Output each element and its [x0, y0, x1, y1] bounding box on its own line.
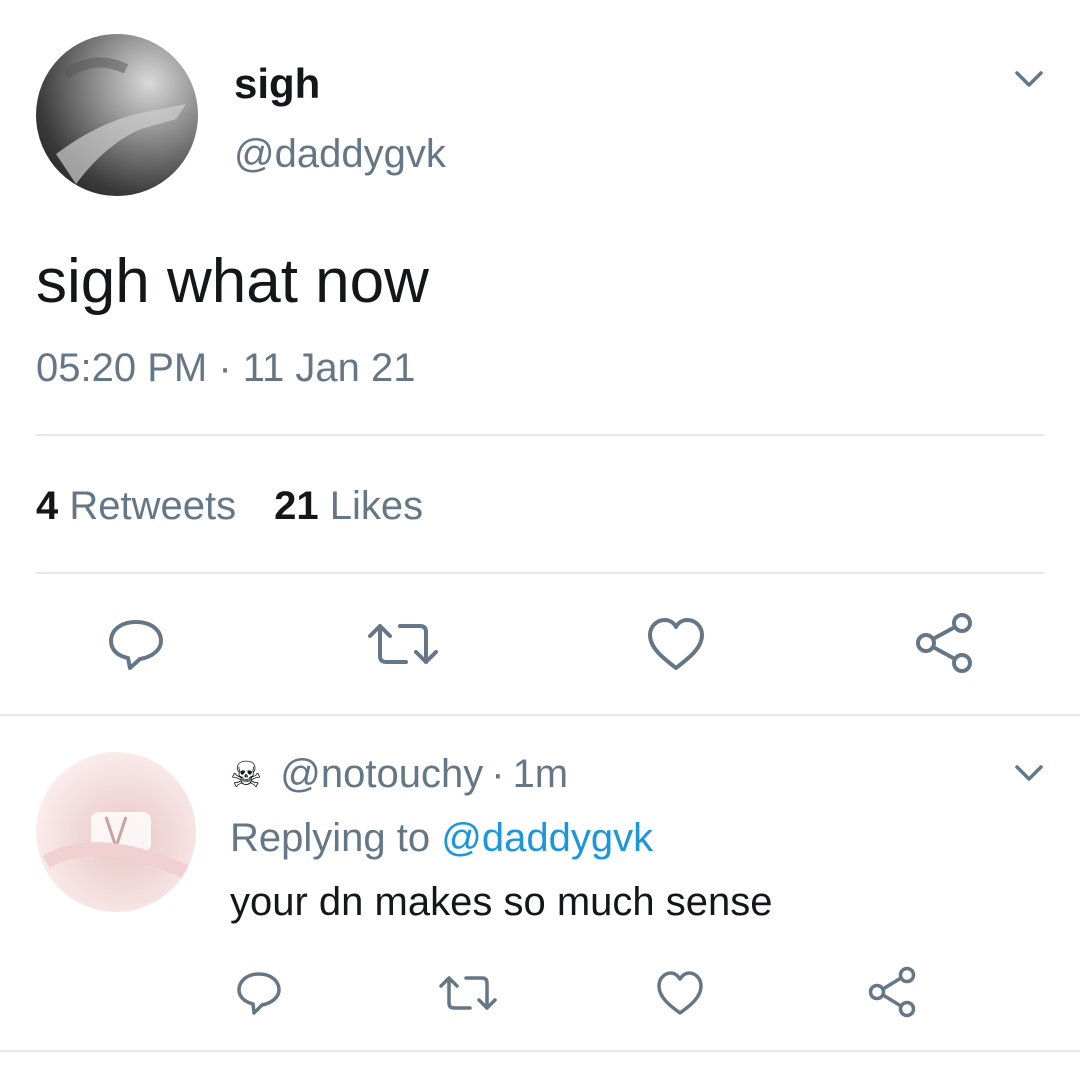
- reply-header: ☠ @notouchy · 1m: [230, 752, 568, 797]
- tweet-stats: 4 Retweets 21 Likes: [36, 484, 423, 529]
- user-handle[interactable]: @daddygvk: [234, 132, 446, 177]
- likes-stat[interactable]: 21 Likes: [274, 484, 423, 528]
- retweets-count: 4: [36, 484, 59, 528]
- display-name[interactable]: sigh: [234, 60, 320, 108]
- tweet-text: sigh what now: [36, 247, 429, 316]
- reply-icon: [237, 972, 281, 1015]
- reply-handle[interactable]: @notouchy: [280, 752, 483, 797]
- skull-icon: ☠: [230, 753, 263, 795]
- section-divider: [0, 714, 1080, 716]
- retweet-button[interactable]: [438, 968, 498, 1018]
- share-icon: [868, 966, 916, 1018]
- retweets-stat[interactable]: 4 Retweets: [36, 484, 236, 528]
- heart-icon: [657, 971, 703, 1015]
- share-icon: [916, 613, 972, 673]
- reply-icon: [109, 620, 163, 670]
- retweets-label: Retweets: [69, 484, 237, 528]
- tweet-date: 11 Jan 21: [242, 346, 416, 390]
- heart-icon: [648, 618, 704, 670]
- reply-separator: ·: [491, 752, 505, 796]
- reply-text: your dn makes so much sense: [230, 880, 773, 924]
- tweet-time: 05:20 PM: [36, 346, 208, 390]
- likes-count: 21: [274, 484, 319, 528]
- section-divider: [0, 1050, 1080, 1052]
- retweet-button[interactable]: [366, 614, 440, 674]
- divider: [36, 572, 1044, 574]
- tweet-timestamp: 05:20 PM · 11 Jan 21: [36, 346, 416, 391]
- reply-avatar[interactable]: [36, 752, 196, 912]
- share-button[interactable]: [912, 612, 976, 674]
- mention-link[interactable]: @daddygvk: [441, 816, 653, 860]
- retweet-icon: [368, 624, 438, 664]
- reply-button[interactable]: [234, 968, 284, 1018]
- likes-label: Likes: [329, 484, 424, 528]
- chevron-down-icon[interactable]: [1012, 756, 1046, 790]
- reply-button[interactable]: [104, 614, 168, 674]
- divider: [36, 434, 1044, 436]
- like-button[interactable]: [644, 614, 708, 674]
- replying-prefix: Replying to: [230, 816, 431, 860]
- reply-age: 1m: [512, 752, 569, 796]
- like-button[interactable]: [654, 968, 706, 1018]
- avatar[interactable]: [36, 34, 198, 196]
- retweet-icon: [439, 976, 497, 1010]
- timestamp-separator: ·: [218, 346, 232, 390]
- chevron-down-icon[interactable]: [1012, 62, 1046, 96]
- share-button[interactable]: [866, 966, 918, 1018]
- replying-to: Replying to @daddygvk: [230, 816, 653, 861]
